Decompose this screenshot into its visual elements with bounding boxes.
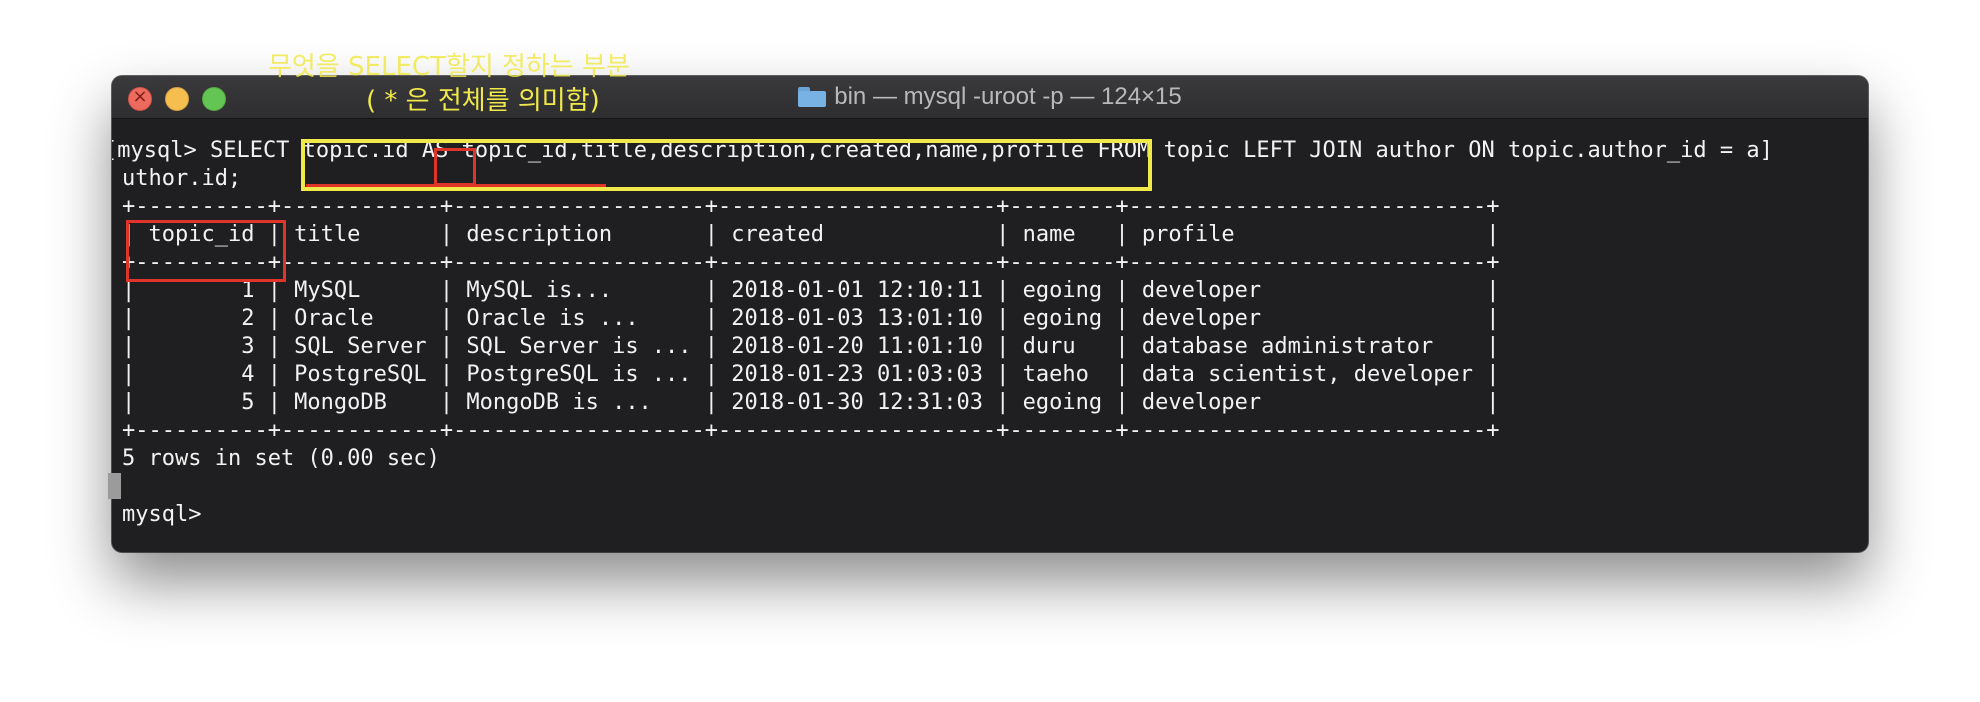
folder-icon	[798, 87, 827, 107]
table-border-mid: +----------+------------+---------------…	[122, 250, 1500, 275]
result-summary: 5 rows in set (0.00 sec)	[122, 446, 440, 471]
annotation-asterisk-note: ( * 은 전체를 의미함)	[366, 86, 600, 116]
table-header-row: | topic_id | title | description | creat…	[122, 222, 1500, 247]
command-line-wrap: uthor.id;	[122, 166, 242, 191]
table-row: | 1 | MySQL | MySQL is... | 2018-01-01 1…	[122, 278, 1500, 303]
topic-id-column-highlight	[126, 220, 286, 282]
table-border-top: +----------+------------+---------------…	[122, 194, 1500, 219]
table-row: | 2 | Oracle | Oracle is ... | 2018-01-0…	[122, 306, 1500, 331]
table-row: | 5 | MongoDB | MongoDB is ... | 2018-01…	[122, 390, 1500, 415]
annotation-select-part: 무엇을 SELECT할지 정하는 부분	[268, 52, 630, 82]
table-row: | 4 | PostgreSQL | PostgreSQL is ... | 2…	[122, 362, 1500, 387]
table-border-bottom: +----------+------------+---------------…	[122, 418, 1500, 443]
as-keyword-highlight	[434, 148, 476, 186]
window-title-text: bin — mysql -uroot -p — 124×15	[834, 83, 1182, 110]
text-cursor	[108, 473, 121, 499]
alias-underline	[306, 184, 606, 187]
table-row: | 3 | SQL Server | SQL Server is ... | 2…	[122, 334, 1500, 359]
mysql-prompt[interactable]: mysql>	[122, 501, 215, 529]
